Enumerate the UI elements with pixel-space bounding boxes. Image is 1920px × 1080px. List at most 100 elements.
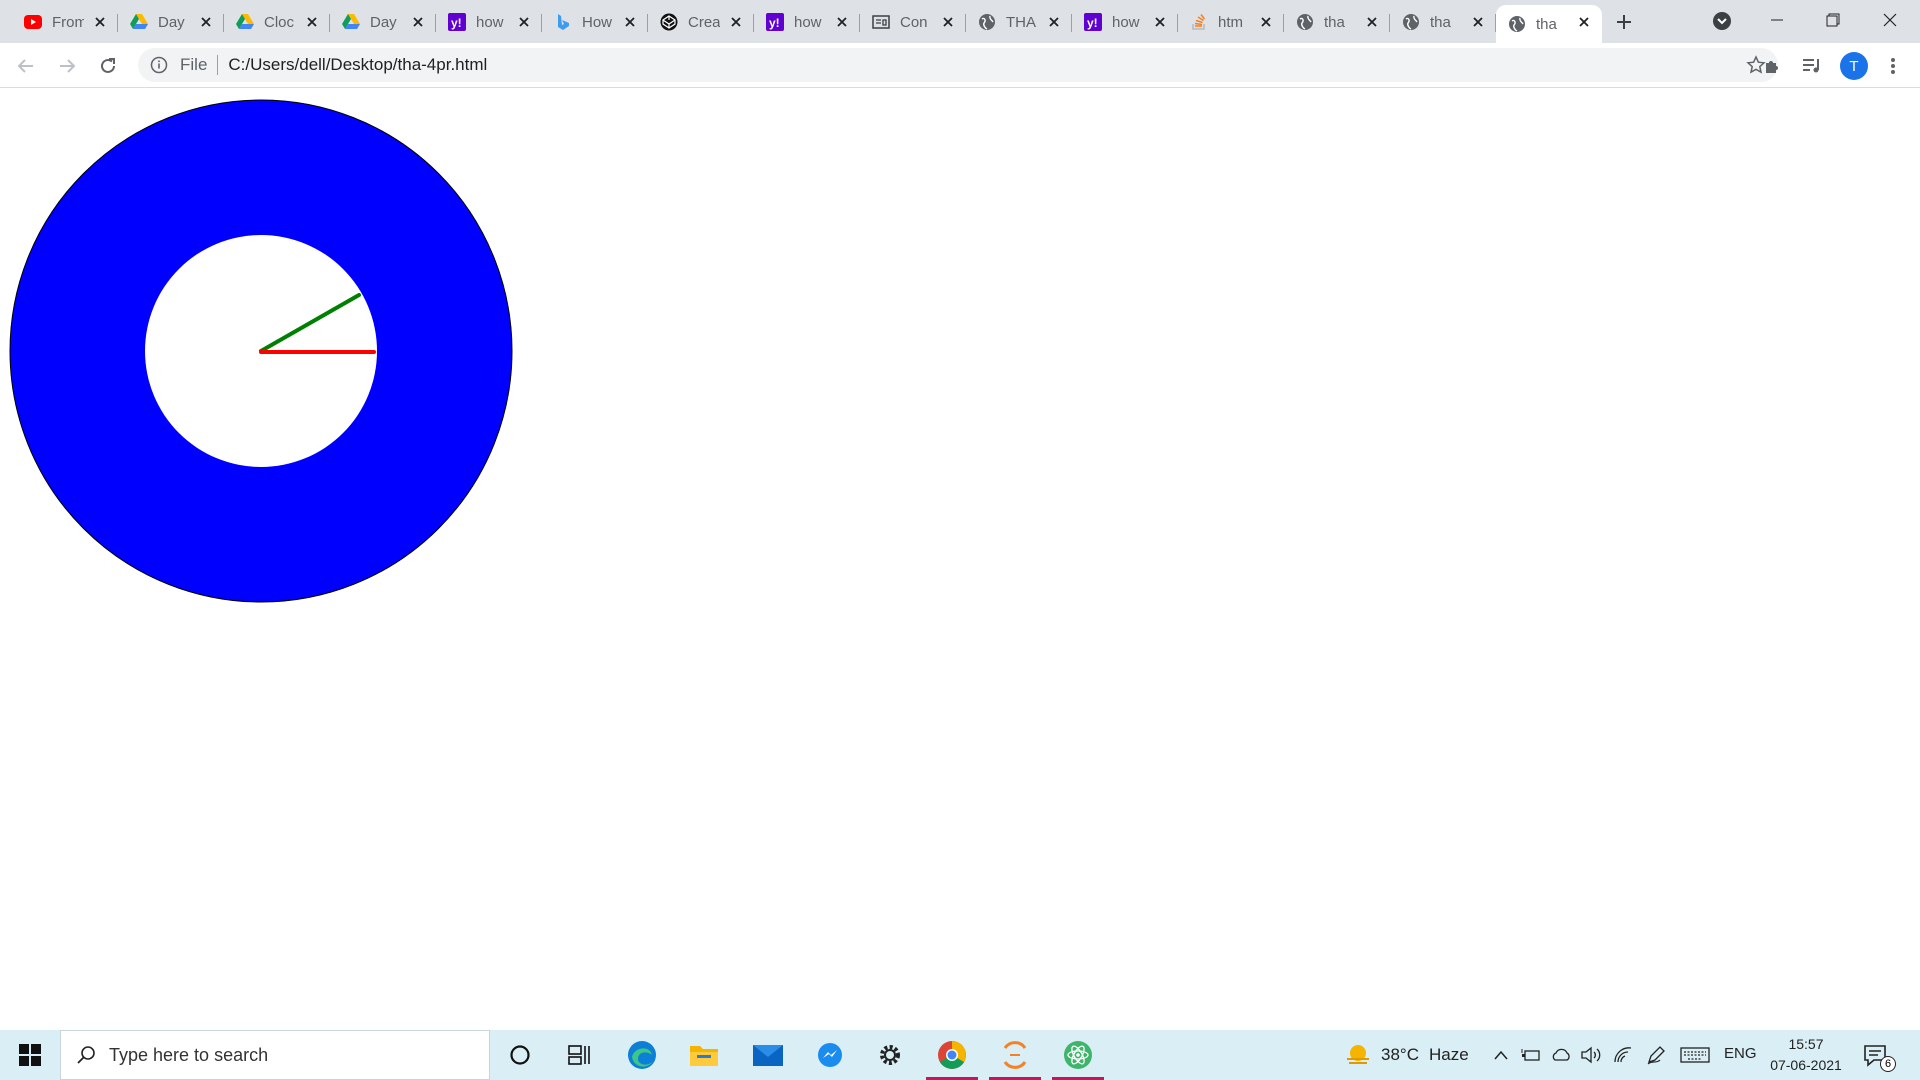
start-button[interactable] [0,1030,60,1080]
gear-icon [880,1045,900,1065]
notification-count-badge: 6 [1880,1056,1896,1072]
extensions-puzzle-icon[interactable] [1759,53,1785,79]
menu-kebab-icon[interactable] [1880,53,1906,79]
close-icon[interactable] [1364,14,1380,30]
close-icon[interactable] [622,14,638,30]
chrome-button[interactable] [922,1030,982,1080]
close-icon[interactable] [1046,14,1062,30]
yahoo-icon: y! [1084,13,1102,31]
tab-title: Cloc [264,13,295,31]
codepen-icon [660,13,678,31]
globe-icon [1402,13,1420,31]
close-icon[interactable] [1470,14,1486,30]
svg-text:y!: y! [1087,16,1098,30]
close-icon[interactable] [304,14,320,30]
show-hidden-icons-button[interactable] [1490,1044,1512,1066]
atom-button[interactable] [1048,1030,1108,1080]
close-icon[interactable] [940,14,956,30]
tab-3[interactable]: Cloc [224,5,330,39]
touch-keyboard-tray[interactable] [1680,1044,1710,1066]
close-icon[interactable] [834,14,850,30]
url-text[interactable]: C:/Users/dell/Desktop/tha-4pr.html [228,55,487,75]
speaker-icon [1581,1046,1601,1064]
tab-title: Day [370,13,397,31]
close-icon[interactable] [1152,14,1168,30]
mail-button[interactable] [738,1030,798,1080]
url-divider [217,55,219,75]
clock-time: 15:57 [1788,1036,1824,1052]
weather-description: Haze [1428,1045,1469,1064]
taskbar-clock[interactable]: 15:57 07-06-2021 [1766,1034,1846,1076]
tab-9[interactable]: Con [860,5,966,39]
tab-title: how [476,13,504,31]
close-icon[interactable] [1258,14,1274,30]
google-drive-icon [236,13,254,31]
clock-date: 07-06-2021 [1770,1057,1842,1073]
close-icon[interactable] [410,14,426,30]
wifi-tray[interactable] [1612,1044,1634,1066]
pen-tray[interactable] [1645,1044,1667,1066]
close-icon[interactable] [1576,14,1592,30]
windows-taskbar: Type here to search 38°C Haze ENG 15:57 … [0,1030,1920,1080]
language-indicator[interactable]: ENG [1724,1045,1757,1062]
file-explorer-button[interactable] [674,1030,734,1080]
back-button[interactable] [12,52,40,80]
onedrive-tray[interactable] [1550,1044,1572,1066]
minimize-button[interactable] [1757,4,1797,36]
restore-button[interactable] [1813,4,1853,36]
tab-title: THA [1006,13,1036,31]
yahoo-icon: y! [766,13,784,31]
edge-browser-button[interactable] [612,1030,672,1080]
eclipse-button[interactable] [985,1030,1045,1080]
close-icon[interactable] [728,14,744,30]
forward-button[interactable] [53,52,81,80]
tab-6[interactable]: How [542,5,648,39]
reload-button[interactable] [94,52,122,80]
close-window-button[interactable] [1870,4,1910,36]
svg-text:y!: y! [769,16,780,30]
eclipse-icon [1003,1041,1027,1069]
tab-2[interactable]: Day [118,5,224,39]
tab-7[interactable]: Crea [648,5,754,39]
tab-10[interactable]: THA [966,5,1072,39]
taskbar-search-box[interactable]: Type here to search [60,1030,490,1080]
tab-13[interactable]: tha [1284,5,1390,39]
volume-tray[interactable] [1580,1044,1602,1066]
battery-tray[interactable] [1520,1044,1542,1066]
tab-title: From [52,13,84,31]
clock-drawing [9,99,513,603]
stackoverflow-icon [1190,13,1208,31]
tab-title: htm [1218,13,1244,31]
new-tab-button[interactable] [1610,8,1638,36]
tab-1[interactable]: From [12,5,118,39]
close-icon[interactable] [516,14,532,30]
search-icon [77,1046,95,1064]
profile-avatar[interactable]: T [1840,52,1868,80]
tab-search-button[interactable] [1711,10,1733,32]
cortana-button[interactable] [490,1030,550,1080]
tab-4[interactable]: Day [330,5,436,39]
task-view-button[interactable] [550,1030,610,1080]
close-icon[interactable] [92,14,108,30]
settings-button[interactable] [860,1030,920,1080]
tab-11[interactable]: y! how [1072,5,1178,39]
tab-title: tha [1324,13,1345,31]
tab-title: Con [900,13,928,31]
scheme-label: File [180,55,208,74]
tab-5[interactable]: y! how [436,5,542,39]
chrome-icon [938,1041,966,1069]
tab-12[interactable]: htm [1178,5,1284,39]
media-control-icon[interactable] [1799,53,1825,79]
weather-widget[interactable]: 38°C Haze [1345,1030,1469,1080]
close-icon[interactable] [198,14,214,30]
info-icon[interactable] [150,56,168,74]
window-icon [872,13,890,31]
address-bar[interactable]: File C:/Users/dell/Desktop/tha-4pr.html [138,48,1778,82]
page-content [0,89,1920,1030]
messenger-button[interactable] [800,1030,860,1080]
task-view-icon [568,1045,590,1065]
tab-15[interactable]: tha [1496,5,1602,43]
tab-title: How [582,13,613,31]
tab-14[interactable]: tha [1390,5,1496,39]
tab-8[interactable]: y! how [754,5,860,39]
